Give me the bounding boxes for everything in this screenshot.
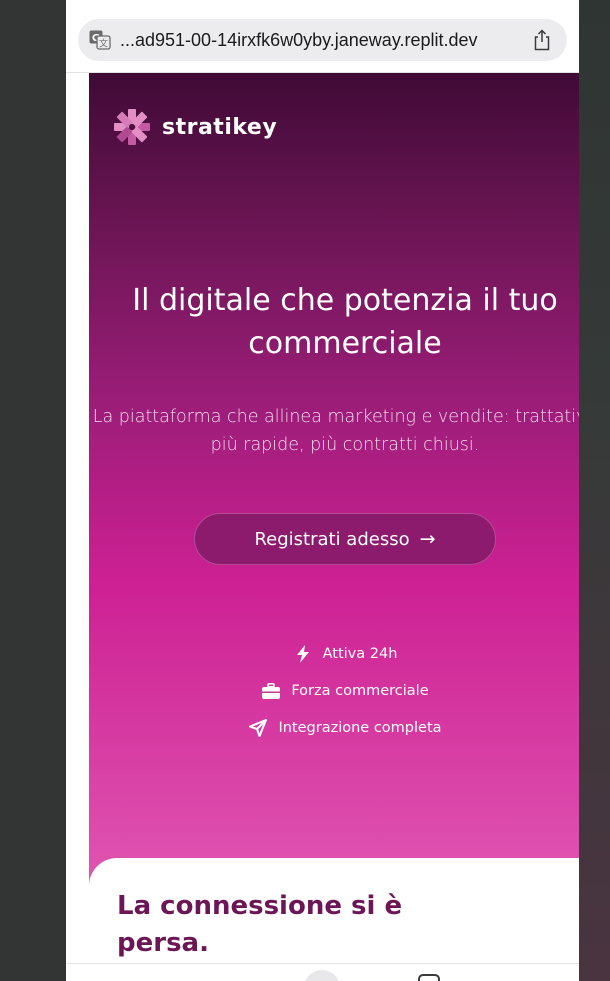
bolt-icon xyxy=(293,644,313,664)
asterisk-logo-icon xyxy=(114,109,150,145)
browser-bottom-toolbar xyxy=(66,963,579,981)
feature-list: Attiva 24h Forza commerciale Integrazion… xyxy=(89,635,579,746)
feature-item: Integrazione completa xyxy=(89,709,579,746)
feature-label: Forza commerciale xyxy=(291,682,429,699)
feature-label: Attiva 24h xyxy=(322,645,398,662)
feature-item: Attiva 24h xyxy=(89,635,579,672)
address-bar[interactable]: G 文 ...ad951-00-14irxfk6w0yby.janeway.re… xyxy=(78,19,567,61)
send-icon xyxy=(248,718,268,738)
connection-lost-title: La connessione si è persa. xyxy=(117,891,403,958)
feature-label: Integrazione completa xyxy=(278,719,442,736)
background-left xyxy=(0,0,66,981)
register-button[interactable]: Registrati adesso → xyxy=(194,513,496,565)
background-right xyxy=(579,0,610,981)
hero-title: Il digitale che potenzia il tuo commerci… xyxy=(132,283,558,361)
hero-section: stratikey Il digitale che potenzia il tu… xyxy=(89,73,579,893)
browser-window: G 文 ...ad951-00-14irxfk6w0yby.janeway.re… xyxy=(66,0,579,981)
toolbar-button[interactable] xyxy=(304,970,340,981)
brand-logo[interactable]: stratikey xyxy=(112,107,277,147)
url-text[interactable]: ...ad951-00-14irxfk6w0yby.janeway.replit… xyxy=(120,30,531,51)
tabs-icon[interactable] xyxy=(418,974,440,981)
register-button-label: Registrati adesso xyxy=(254,528,410,550)
arrow-right-icon: → xyxy=(419,528,436,550)
hero-subtitle: La piattaforma che allinea marketing e v… xyxy=(92,407,579,455)
translate-icon[interactable]: G 文 xyxy=(88,28,112,52)
share-icon[interactable] xyxy=(531,28,553,52)
svg-text:文: 文 xyxy=(99,38,108,50)
feature-item: Forza commerciale xyxy=(89,672,579,709)
briefcase-icon xyxy=(261,681,281,701)
brand-name: stratikey xyxy=(162,114,278,140)
